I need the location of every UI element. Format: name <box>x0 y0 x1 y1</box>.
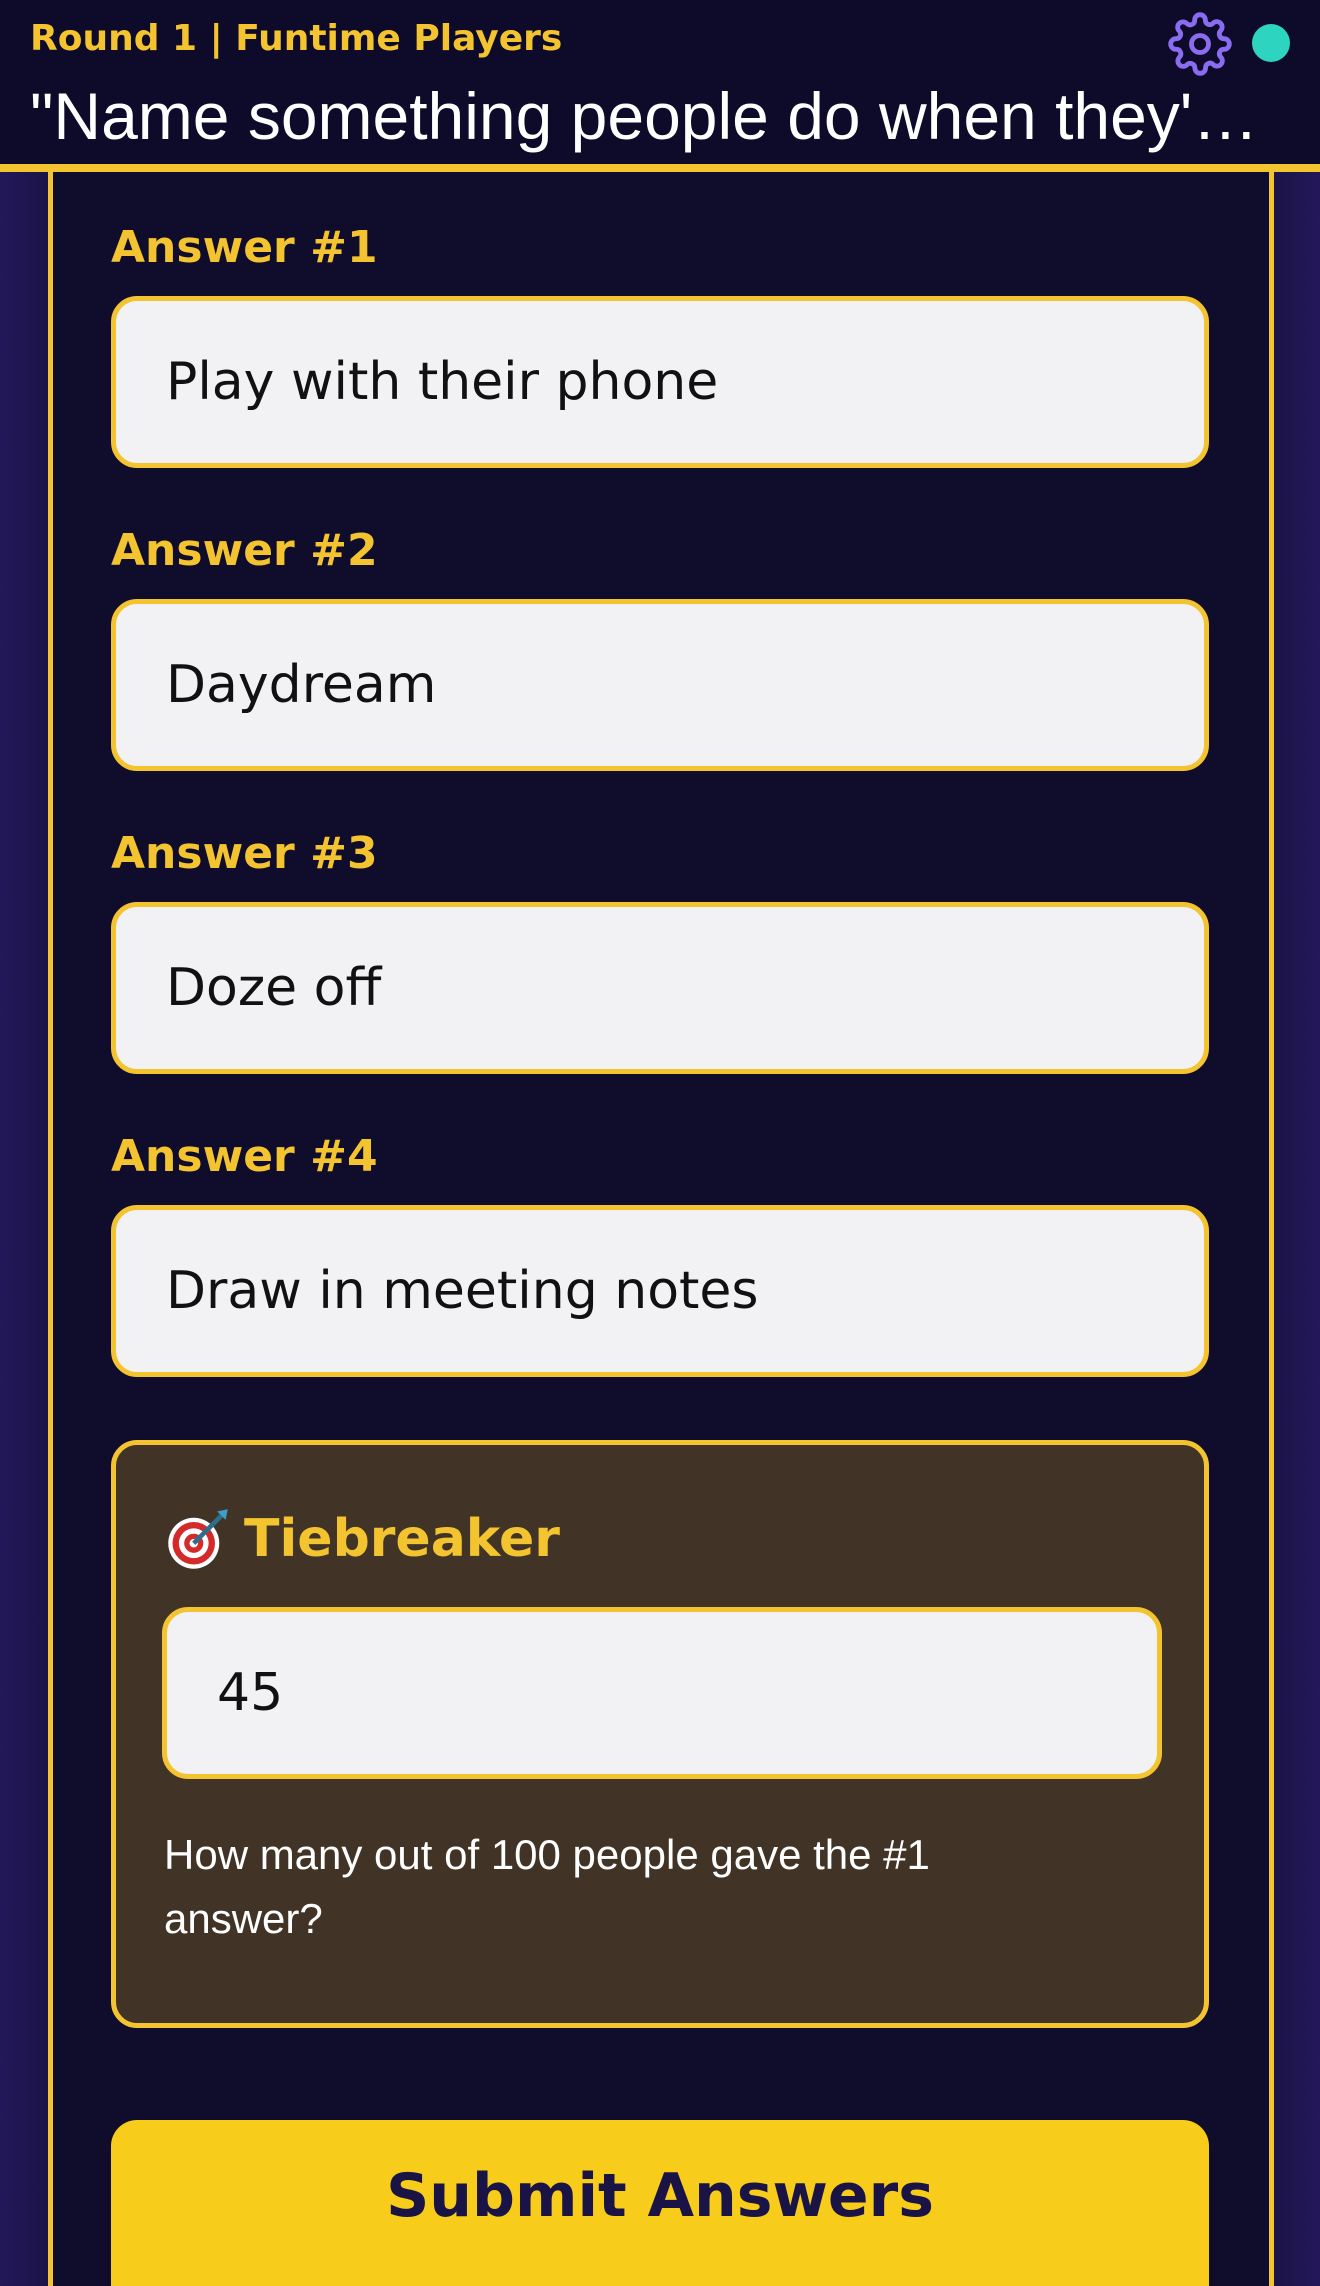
tiebreaker-hint: How many out of 100 people gave the #1 a… <box>164 1831 930 1942</box>
answer-input-1[interactable] <box>111 296 1209 468</box>
header: Round 1 | Funtime Players "Name somethin… <box>0 0 1320 172</box>
tiebreaker-card: Tiebreaker How many out of 100 people ga… <box>111 1440 1209 2028</box>
round-label: Round 1 | Funtime Players <box>30 18 563 59</box>
answer-label-4: Answer #4 <box>111 1131 378 1182</box>
tiebreaker-title-text: Tiebreaker <box>244 1509 560 1569</box>
tiebreaker-title: Tiebreaker <box>164 1505 560 1573</box>
tiebreaker-input[interactable] <box>162 1607 1162 1779</box>
connection-status-dot <box>1252 24 1290 62</box>
gear-icon[interactable] <box>1168 12 1232 76</box>
answer-input-2[interactable] <box>111 599 1209 771</box>
answer-label-3: Answer #3 <box>111 828 378 879</box>
submit-answers-button[interactable]: Submit Answers <box>111 2120 1209 2286</box>
dart-target-icon <box>168 1509 228 1569</box>
answer-input-4[interactable] <box>111 1205 1209 1377</box>
answer-label-1: Answer #1 <box>111 222 378 273</box>
answer-input-3[interactable] <box>111 902 1209 1074</box>
question-text: "Name something people do when they'… <box>30 79 1259 153</box>
answer-label-2: Answer #2 <box>111 525 378 576</box>
